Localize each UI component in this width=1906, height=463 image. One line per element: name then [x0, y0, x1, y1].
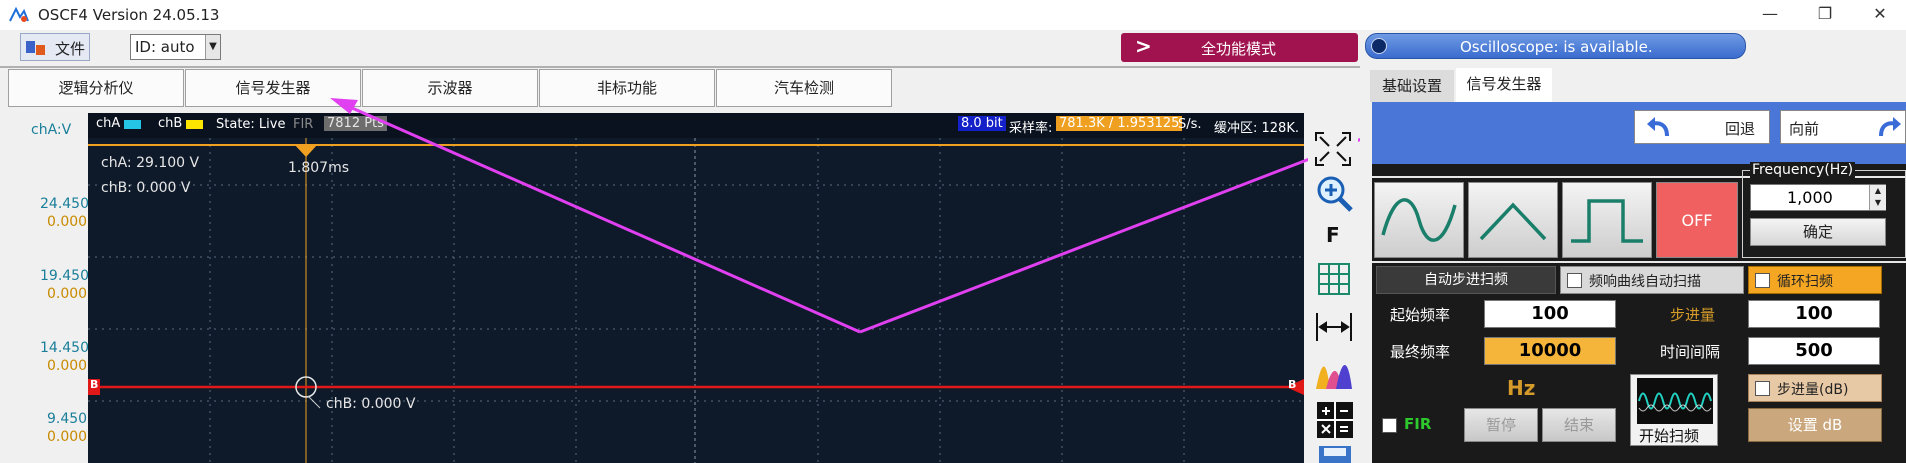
- start-freq-input[interactable]: 100: [1484, 300, 1616, 328]
- start-scan-label: 开始扫频: [1639, 427, 1700, 445]
- save-icon[interactable]: [1318, 445, 1352, 463]
- side-toolbar: F: [1308, 113, 1358, 463]
- auto-scan-label: 频响曲线自动扫描: [1589, 274, 1701, 290]
- sweep-wave-icon: [1637, 378, 1713, 424]
- loop-scan-label: 循环扫频: [1777, 274, 1833, 290]
- forward-arrow-icon: [1879, 117, 1901, 137]
- step-input[interactable]: 100: [1748, 300, 1880, 328]
- step-db-option[interactable]: 步进量(dB): [1748, 374, 1882, 402]
- nav-panel: 回退 向前: [1372, 102, 1906, 164]
- frequency-value: 1,000: [1787, 188, 1833, 207]
- auto-step-button[interactable]: 自动步进扫频: [1376, 266, 1556, 294]
- end-button[interactable]: 结束: [1542, 408, 1616, 442]
- back-button[interactable]: 回退: [1634, 110, 1770, 144]
- f-button[interactable]: F: [1326, 223, 1340, 247]
- zoom-in-icon[interactable]: [1316, 175, 1354, 213]
- forward-button[interactable]: 向前: [1780, 110, 1906, 144]
- interval-label: 时间间隔: [1660, 343, 1721, 361]
- loop-scan-checkbox[interactable]: [1755, 273, 1770, 288]
- spectrum-icon[interactable]: [1314, 355, 1354, 391]
- panel-rule: [1372, 261, 1906, 263]
- grid-toggle-icon[interactable]: [1316, 261, 1352, 297]
- step-db-label: 步进量(dB): [1777, 382, 1849, 398]
- calculator-icon[interactable]: [1316, 401, 1354, 439]
- pause-button[interactable]: 暂停: [1464, 408, 1538, 442]
- square-wave-button[interactable]: [1562, 182, 1652, 258]
- back-button-label: 回退: [1725, 120, 1756, 138]
- step-label: 步进量: [1670, 306, 1716, 324]
- square-wave-icon: [1571, 199, 1643, 243]
- interval-input[interactable]: 500: [1748, 337, 1880, 365]
- confirm-button[interactable]: 确定: [1750, 218, 1886, 246]
- measure-width-icon[interactable]: [1314, 309, 1354, 345]
- fir-checkbox[interactable]: [1382, 418, 1397, 433]
- end-freq-label: 最终频率: [1390, 343, 1451, 361]
- sine-wave-button[interactable]: [1374, 182, 1464, 258]
- back-arrow-icon: [1647, 117, 1669, 137]
- forward-button-label: 向前: [1789, 120, 1820, 138]
- step-db-checkbox[interactable]: [1755, 381, 1770, 396]
- frequency-label: Frequency(Hz): [1750, 162, 1856, 178]
- tab-basic-settings[interactable]: 基础设置: [1370, 70, 1454, 102]
- fir-option-label: FIR: [1404, 415, 1432, 433]
- generator-panel: OFF Frequency(Hz) 1,000 ▲ ▼ 确定 自动步进扫频 频响曲…: [1372, 162, 1906, 463]
- triangle-wave-button[interactable]: [1468, 182, 1558, 258]
- off-button[interactable]: OFF: [1656, 182, 1738, 258]
- tab-signal-gen-settings[interactable]: 信号发生器: [1456, 68, 1552, 102]
- start-freq-label: 起始频率: [1390, 306, 1451, 324]
- sine-wave-icon: [1381, 198, 1457, 242]
- loop-scan-option[interactable]: 循环扫频: [1748, 266, 1882, 294]
- triangle-wave-icon: [1479, 202, 1547, 241]
- fit-screen-icon[interactable]: [1314, 131, 1352, 167]
- hz-label: Hz: [1507, 376, 1536, 400]
- frequency-spin-icon[interactable]: ▲ ▼: [1869, 185, 1886, 210]
- start-scan-button[interactable]: 开始扫频: [1630, 374, 1718, 446]
- right-panel: 基础设置 信号发生器 回退 向前 OFF Frequency(Hz) 1,000…: [1360, 66, 1906, 463]
- auto-scan-option[interactable]: 频响曲线自动扫描: [1560, 266, 1744, 294]
- set-db-button[interactable]: 设置 dB: [1748, 408, 1882, 442]
- annotation-arrow-left: [342, 102, 861, 334]
- auto-scan-checkbox[interactable]: [1567, 273, 1582, 288]
- frequency-input[interactable]: 1,000 ▲ ▼: [1750, 184, 1886, 211]
- arrow-head-icon: [330, 98, 358, 114]
- end-freq-input[interactable]: 10000: [1484, 337, 1616, 365]
